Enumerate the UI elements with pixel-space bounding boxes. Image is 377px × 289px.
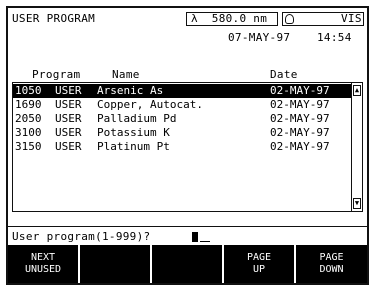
program-name: Arsenic As	[97, 84, 164, 97]
scroll-down-arrow-icon[interactable]: ▼	[353, 198, 361, 209]
list-item[interactable]: 2050 USER Palladium Pd 02-MAY-97	[13, 112, 351, 126]
program-name: Platinum Pt	[97, 140, 170, 153]
column-header-program: Program	[32, 68, 81, 81]
lamp-icon	[285, 14, 294, 24]
current-time: 14:54	[317, 31, 352, 44]
softkey-label-line2: UP	[252, 264, 266, 275]
softkey-4[interactable]: PAGE UP	[224, 245, 294, 283]
list-item[interactable]: 3100 USER Potassium K 02-MAY-97	[13, 126, 351, 140]
softkey-5[interactable]: PAGE DOWN	[296, 245, 367, 283]
program-date: 02-MAY-97	[270, 112, 330, 125]
program-list[interactable]: ▲ ▼ 1050 USER Arsenic As 02-MAY-97 1690 USER C…	[12, 82, 363, 212]
program-number: 1050	[15, 84, 42, 97]
program-number: 3150	[15, 140, 42, 153]
program-owner: USER	[55, 84, 82, 97]
program-date: 02-MAY-97	[270, 84, 330, 97]
softkey-1[interactable]: NEXT UNUSED	[8, 245, 78, 283]
column-header-date: Date	[270, 68, 298, 81]
program-owner: USER	[55, 140, 82, 153]
program-owner: USER	[55, 98, 82, 111]
program-number: 2050	[15, 112, 42, 125]
softkey-label-line1: PAGE	[246, 252, 272, 263]
program-date: 02-MAY-97	[270, 140, 330, 153]
softkey-bar: NEXT UNUSED PAGE UP PAGE DOWN	[8, 245, 367, 283]
column-header-name: Name	[112, 68, 140, 81]
softkey-label-line1: PAGE	[319, 252, 344, 263]
program-name: Potassium K	[97, 126, 170, 139]
program-owner: USER	[55, 126, 82, 139]
program-date: 02-MAY-97	[270, 126, 330, 139]
program-name: Palladium Pd	[97, 112, 177, 125]
softkey-label-line1: NEXT	[30, 252, 56, 263]
softkey-label-line2: DOWN	[319, 264, 344, 275]
scroll-up-arrow-icon[interactable]: ▲	[353, 85, 361, 96]
list-item[interactable]: 3150 USER Platinum Pt 02-MAY-97	[13, 140, 351, 154]
current-date: 07-MAY-97	[228, 31, 291, 44]
program-number: 3100	[15, 126, 42, 139]
softkey-2[interactable]	[80, 245, 150, 283]
input-cursor[interactable]	[192, 232, 198, 242]
prompt-divider	[8, 226, 367, 227]
screen-title: USER PROGRAM	[12, 12, 96, 25]
wavelength-readout: λ 580.0 nm	[191, 12, 268, 25]
program-date: 02-MAY-97	[270, 98, 330, 111]
softkey-label-line2: UNUSED	[24, 264, 62, 275]
list-item[interactable]: 1050 USER Arsenic As 02-MAY-97	[13, 84, 351, 98]
list-item[interactable]: 1690 USER Copper, Autocat. 02-MAY-97	[13, 98, 351, 112]
softkey-3[interactable]	[152, 245, 222, 283]
lamp-mode: VIS	[341, 12, 362, 25]
input-underscore	[200, 241, 210, 242]
program-owner: USER	[55, 112, 82, 125]
instrument-screen: USER PROGRAM λ 580.0 nm VIS 07-MAY-97 14…	[6, 6, 369, 285]
list-scrollbar[interactable]: ▲ ▼	[351, 83, 362, 211]
input-prompt: User program(1-999)?	[12, 230, 151, 243]
program-name: Copper, Autocat.	[97, 98, 203, 111]
program-number: 1690	[15, 98, 42, 111]
